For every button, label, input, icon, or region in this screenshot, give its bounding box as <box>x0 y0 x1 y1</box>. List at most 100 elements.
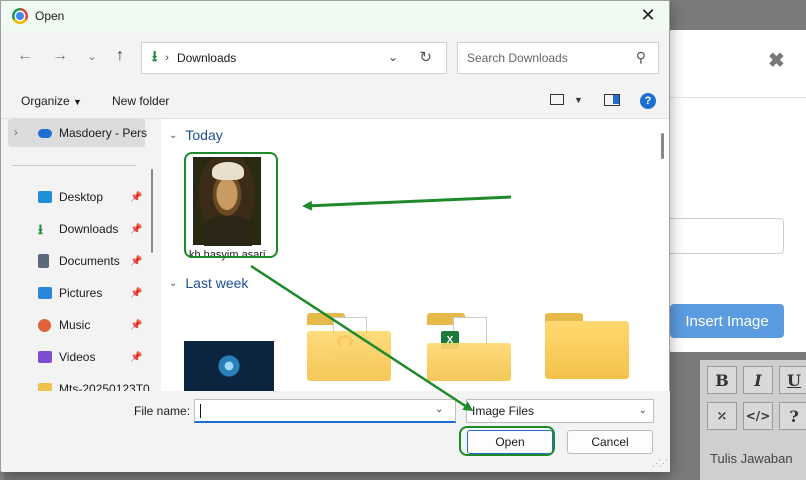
back-arrow-icon[interactable]: ← <box>16 47 34 65</box>
insert-image-button[interactable]: Insert Image <box>670 304 784 338</box>
chevron-down-icon[interactable]: ⌄ <box>435 404 443 415</box>
up-arrow-icon[interactable]: ↑ <box>111 47 129 65</box>
lightbulb-image-thumbnail[interactable] <box>184 341 274 391</box>
help-icon[interactable]: ? <box>640 93 656 109</box>
cloud-icon <box>38 128 52 138</box>
folder-front <box>427 343 511 381</box>
insert-image-modal: ✖ Insert Image <box>668 30 806 352</box>
file-name-input[interactable]: ⌄ <box>194 399 456 423</box>
sidebar-item-label: Downloads <box>59 222 119 236</box>
music-icon <box>38 318 51 332</box>
chrome-icon <box>12 8 28 24</box>
dialog-footer: File name: ⌄ Image Files ⌄ Open Cancel ⋰… <box>2 391 670 472</box>
sidebar-item-desktop[interactable]: Desktop 📌 <box>2 183 144 211</box>
view-caret-icon[interactable]: ▼ <box>574 95 583 105</box>
group-header-today[interactable]: ⌄ Today <box>169 127 223 143</box>
folder-tile-empty[interactable] <box>545 313 629 381</box>
desktop-icon <box>38 191 52 203</box>
sidebar-item-label: Music <box>59 318 91 332</box>
dialog-titlebar: Open ✕ <box>1 1 669 31</box>
pin-icon[interactable]: 📌 <box>130 256 142 267</box>
download-icon: ⭳ <box>38 221 43 237</box>
answer-placeholder[interactable]: Tulis Jawaban <box>710 451 793 466</box>
sidebar-item-pictures[interactable]: Pictures 📌 <box>2 279 144 307</box>
sidebar-item-documents[interactable]: Documents 📌 <box>2 247 144 275</box>
file-type-select[interactable]: Image Files ⌄ <box>466 399 654 423</box>
pin-icon[interactable]: 📌 <box>130 320 142 331</box>
open-file-dialog: Open ✕ ← → ⌄ ↑ ⭳ › Downloads ⌄ ↻ Search … <box>0 0 670 472</box>
sidebar-item-mts-folder[interactable]: Mts-20250123T0 <box>2 375 150 391</box>
close-icon[interactable]: ✕ <box>637 5 659 26</box>
group-heading: Last week <box>185 275 249 291</box>
address-bar[interactable]: ⭳ › Downloads ⌄ ↻ <box>141 42 447 74</box>
resize-grip-icon[interactable]: ⋰⋰ <box>652 458 668 469</box>
navigation-pane: › Masdoery - Pers Desktop 📌 ⭳ Downloads … <box>2 119 154 391</box>
document-icon <box>38 254 49 268</box>
content-scrollbar[interactable] <box>661 133 664 159</box>
refresh-icon[interactable]: ↻ <box>419 48 432 66</box>
pin-icon[interactable]: 📌 <box>130 352 142 363</box>
navigation-bar: ← → ⌄ ↑ ⭳ › Downloads ⌄ ↻ Search Downloa… <box>1 31 669 81</box>
caret-down-icon: ▼ <box>73 97 82 107</box>
sidebar-scrollbar[interactable] <box>151 169 153 253</box>
sidebar-item-label: Mts-20250123T0 <box>59 382 150 391</box>
sidebar-item-label: Masdoery - Pers <box>59 126 148 140</box>
pin-icon[interactable]: 📌 <box>130 288 142 299</box>
sidebar-item-label: Pictures <box>59 286 103 300</box>
modal-header: ✖ <box>668 30 806 98</box>
folder-tile-pdf[interactable] <box>307 313 391 381</box>
pin-icon[interactable]: 📌 <box>130 224 142 235</box>
bold-button[interactable]: B <box>707 366 737 394</box>
collapse-chevron-icon[interactable]: ⌄ <box>169 278 177 289</box>
preview-pane-icon[interactable] <box>604 94 620 106</box>
sidebar-divider <box>12 165 136 166</box>
command-toolbar: Organize ▼ New folder ▼ ? <box>1 81 669 119</box>
sidebar-item-label: Videos <box>59 350 96 364</box>
pictures-icon <box>38 287 52 299</box>
highlight-box-selected-file <box>184 152 278 258</box>
folder-front <box>545 321 629 379</box>
search-placeholder: Search Downloads <box>467 51 568 65</box>
search-input[interactable]: Search Downloads ⚲ <box>457 42 659 74</box>
download-icon: ⭳ <box>152 47 158 65</box>
dialog-title: Open <box>35 9 65 23</box>
recent-locations-chevron-icon[interactable]: ⌄ <box>83 50 101 63</box>
expand-chevron-icon[interactable]: › <box>14 127 18 139</box>
sidebar-item-music[interactable]: Music 📌 <box>2 311 144 339</box>
highlight-box-open-button <box>459 426 555 456</box>
new-folder-button[interactable]: New folder <box>112 94 169 108</box>
help-button[interactable]: ? <box>779 402 806 430</box>
group-header-last-week[interactable]: ⌄ Last week <box>169 275 248 291</box>
folder-icon <box>38 383 52 391</box>
chevron-down-icon: ⌄ <box>638 405 647 416</box>
modal-close-icon[interactable]: ✖ <box>768 48 785 73</box>
fullscreen-button[interactable]: ⤫ <box>707 402 737 430</box>
italic-button[interactable]: I <box>743 366 773 394</box>
breadcrumb-separator-icon[interactable]: › <box>165 52 169 64</box>
sidebar-item-downloads[interactable]: ⭳ Downloads 📌 <box>2 215 144 243</box>
videos-icon <box>38 351 52 363</box>
pin-icon[interactable]: 📌 <box>130 192 142 203</box>
file-name-label: File name: <box>134 404 191 418</box>
folder-tile-excel[interactable]: X <box>427 313 511 381</box>
sidebar-item-label: Desktop <box>59 190 104 204</box>
code-view-button[interactable]: </> <box>743 402 773 430</box>
breadcrumb-downloads[interactable]: Downloads <box>177 51 236 65</box>
file-type-value: Image Files <box>472 404 535 418</box>
sidebar-item-label: Documents <box>59 254 120 268</box>
underline-button[interactable]: U <box>779 366 806 394</box>
modal-url-input[interactable] <box>668 218 784 254</box>
sidebar-item-onedrive[interactable]: › Masdoery - Pers <box>8 119 148 147</box>
text-caret <box>200 404 201 418</box>
search-icon: ⚲ <box>635 49 646 65</box>
organize-menu[interactable]: Organize ▼ <box>21 94 82 108</box>
collapse-chevron-icon[interactable]: ⌄ <box>169 130 177 141</box>
organize-label: Organize <box>21 94 70 108</box>
cancel-button[interactable]: Cancel <box>567 430 653 454</box>
sidebar-item-videos[interactable]: Videos 📌 <box>2 343 144 371</box>
folder-front <box>307 331 391 381</box>
group-heading: Today <box>185 127 223 143</box>
view-options-icon[interactable] <box>550 94 564 105</box>
forward-arrow-icon[interactable]: → <box>51 47 69 65</box>
chevron-down-icon[interactable]: ⌄ <box>388 50 398 64</box>
